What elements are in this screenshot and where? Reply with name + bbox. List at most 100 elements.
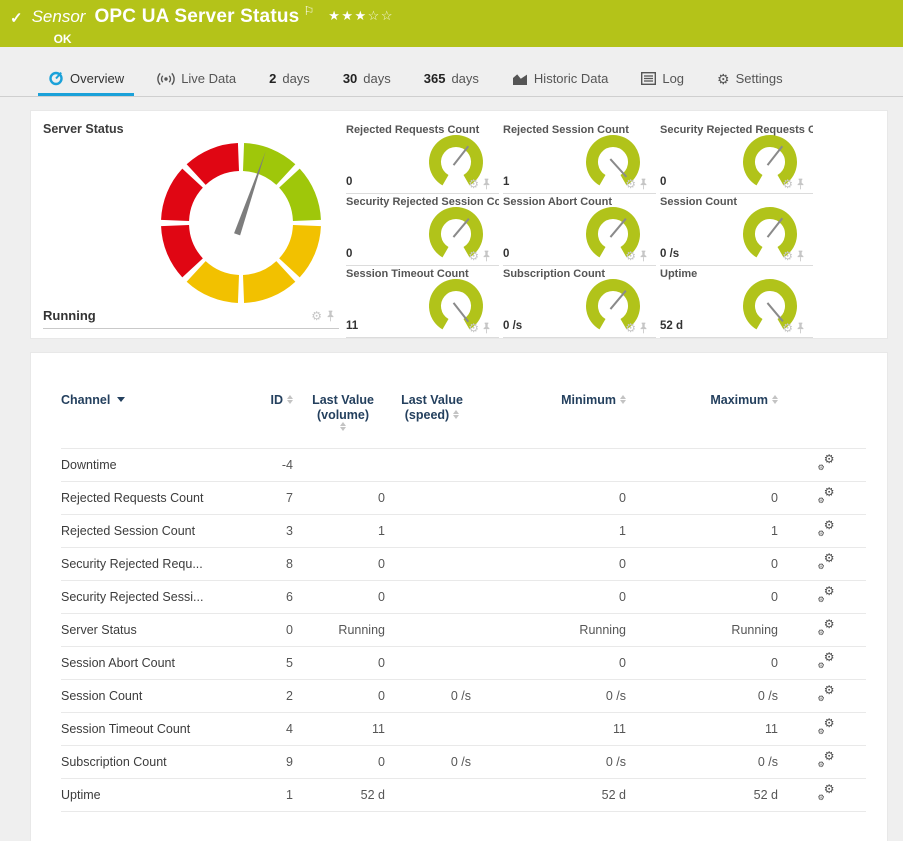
flag-icon[interactable]: ⚐ (303, 4, 314, 18)
mini-gauge-value: 0 (660, 176, 666, 188)
tab-number: 2 (269, 71, 276, 86)
tab-number: 30 (343, 71, 357, 86)
channel-minimum: 0 /s (479, 680, 634, 713)
live-icon (157, 72, 175, 86)
tab-days[interactable]: 365days (414, 71, 489, 96)
gear-icon[interactable]: ⚙ (468, 322, 479, 334)
gear-icon[interactable]: ⚙ (311, 310, 322, 322)
gear-icon[interactable]: ⚙ (782, 250, 793, 262)
col-header-channel[interactable]: Channel (61, 353, 239, 449)
pin-icon[interactable] (796, 178, 805, 190)
mini-gauge-actions: ⚙ (782, 250, 805, 262)
channel-maximum: 0 (634, 482, 786, 515)
channel-last-value-volume: 0 (301, 746, 393, 779)
gear-icon[interactable]: ⚙ (625, 322, 636, 334)
sensor-header-text: Sensor OPC UA Server Status ⚐ ★★★☆☆ OK (32, 6, 394, 46)
channel-maximum: 1 (634, 515, 786, 548)
col-header-last-value-volume[interactable]: Last Value (volume) (301, 353, 393, 449)
tab-days[interactable]: 30days (333, 71, 401, 96)
channel-settings-icon[interactable]: ⚙⚙ (818, 621, 835, 636)
channel-maximum: 0 /s (634, 746, 786, 779)
channel-name: Subscription Count (61, 746, 239, 779)
col-header-maximum[interactable]: Maximum (634, 353, 786, 449)
mini-gauge-actions: ⚙ (782, 322, 805, 334)
channel-settings-icon[interactable]: ⚙⚙ (818, 753, 835, 768)
col-header-last-value-speed[interactable]: Last Value (speed) (393, 353, 479, 449)
channel-last-value-volume: 52 d (301, 779, 393, 812)
tab-days[interactable]: 2 days (259, 71, 320, 96)
gear-icon[interactable]: ⚙ (468, 250, 479, 262)
mini-gauge-grid: Rejected Requests Count 0 ⚙ Rejected Ses… (346, 122, 813, 338)
gear-icon[interactable]: ⚙ (782, 322, 793, 334)
channel-last-value-volume: 0 (301, 680, 393, 713)
channel-settings-icon[interactable]: ⚙⚙ (818, 786, 835, 801)
channel-last-value-volume: 0 (301, 647, 393, 680)
tab-label: Live Data (181, 71, 236, 86)
sensor-header: ✓ Sensor OPC UA Server Status ⚐ ★★★☆☆ OK (0, 0, 903, 47)
channel-last-value-volume (301, 449, 393, 482)
object-kind-label: Sensor (32, 7, 86, 27)
pin-icon[interactable] (639, 178, 648, 190)
channel-settings-icon[interactable]: ⚙⚙ (818, 555, 835, 570)
channel-minimum: 52 d (479, 779, 634, 812)
status-badge: OK (54, 32, 394, 46)
mini-gauge-value: 0 /s (503, 320, 522, 332)
channel-row: Uptime152 d52 d52 d⚙⚙ (61, 779, 866, 812)
gear-icon[interactable]: ⚙ (625, 178, 636, 190)
col-header-id[interactable]: ID (239, 353, 301, 449)
tab-log[interactable]: Log (631, 71, 694, 96)
channel-last-value-speed (393, 713, 479, 746)
pin-icon[interactable] (326, 310, 335, 322)
mini-gauge-value: 0 (503, 248, 509, 260)
channel-settings-icon[interactable]: ⚙⚙ (818, 588, 835, 603)
channel-row: Session Abort Count5000⚙⚙ (61, 647, 866, 680)
tab-bar: Overview Live Data 2 days 30days 365days Histo… (0, 47, 903, 97)
mini-gauge-value: 0 /s (660, 248, 679, 260)
pin-icon[interactable] (796, 250, 805, 262)
tab-live-data[interactable]: Live Data (147, 71, 246, 96)
pin-icon[interactable] (796, 322, 805, 334)
pin-icon[interactable] (482, 178, 491, 190)
gear-icon[interactable]: ⚙ (625, 250, 636, 262)
main-gauge-actions: ⚙ (311, 310, 335, 322)
gear-icon[interactable]: ⚙ (782, 178, 793, 190)
channel-last-value-speed (393, 581, 479, 614)
channel-settings-icon[interactable]: ⚙⚙ (818, 456, 835, 471)
tab-settings[interactable]: ⚙Settings (707, 71, 793, 96)
pin-icon[interactable] (639, 322, 648, 334)
pin-icon[interactable] (482, 250, 491, 262)
channel-settings-icon[interactable]: ⚙⚙ (818, 654, 835, 669)
channel-settings-icon[interactable]: ⚙⚙ (818, 687, 835, 702)
main-gauge-value: Running (43, 308, 96, 323)
channel-minimum: 0 (479, 548, 634, 581)
status-check-icon: ✓ (10, 9, 23, 27)
tab-historic-data[interactable]: Historic Data (502, 71, 618, 96)
mini-gauge-value: 1 (503, 176, 509, 188)
priority-stars[interactable]: ★★★☆☆ (328, 8, 394, 24)
tab-label: days (282, 71, 309, 86)
channel-name: Downtime (61, 449, 239, 482)
col-header-minimum[interactable]: Minimum (479, 353, 634, 449)
mini-gauge-value: 0 (346, 176, 352, 188)
channel-name: Session Timeout Count (61, 713, 239, 746)
channel-settings-icon[interactable]: ⚙⚙ (818, 489, 835, 504)
channel-maximum (634, 449, 786, 482)
channel-last-value-speed (393, 449, 479, 482)
channel-settings-icon[interactable]: ⚙⚙ (818, 720, 835, 735)
pin-icon[interactable] (639, 250, 648, 262)
channel-minimum: Running (479, 614, 634, 647)
channel-last-value-speed (393, 779, 479, 812)
gear-icon[interactable]: ⚙ (468, 178, 479, 190)
channel-minimum: 1 (479, 515, 634, 548)
channel-maximum: Running (634, 614, 786, 647)
mini-gauge-cell: Rejected Session Count 1 ⚙ (503, 122, 656, 194)
channel-last-value-speed: 0 /s (393, 680, 479, 713)
main-gauge-title: Server Status (43, 122, 339, 136)
tab-label: Historic Data (534, 71, 608, 86)
channel-minimum: 0 (479, 581, 634, 614)
tab-label: Overview (70, 71, 124, 86)
pin-icon[interactable] (482, 322, 491, 334)
channel-maximum: 11 (634, 713, 786, 746)
channel-settings-icon[interactable]: ⚙⚙ (818, 522, 835, 537)
tab-overview[interactable]: Overview (38, 70, 134, 96)
